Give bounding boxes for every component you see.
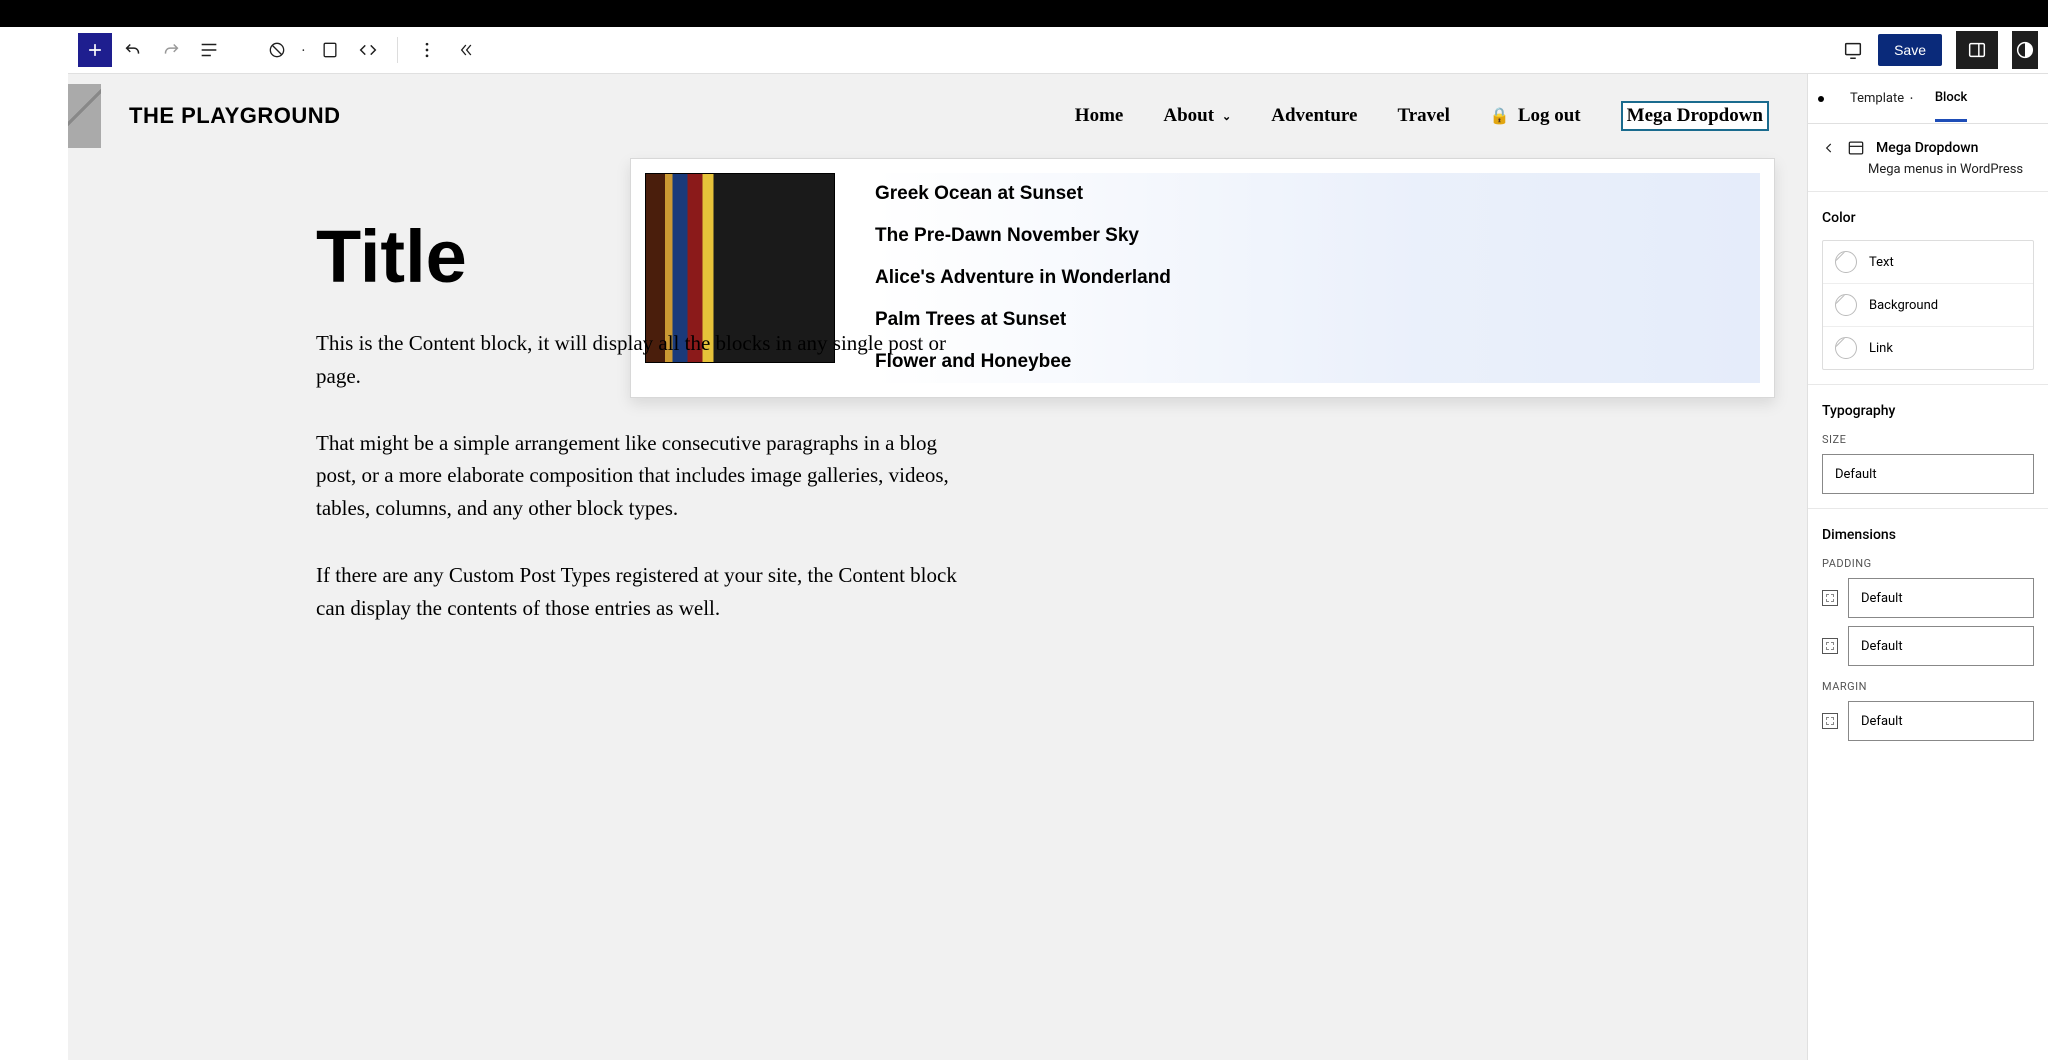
- color-link-button[interactable]: Link: [1823, 327, 2033, 369]
- nav-item-mega-dropdown[interactable]: Mega Dropdown: [1621, 101, 1769, 131]
- styles-toggle[interactable]: [2012, 31, 2038, 69]
- color-label: Text: [1869, 255, 1894, 270]
- padding-label: PADDING: [1822, 557, 2034, 570]
- nav-item-travel[interactable]: Travel: [1397, 105, 1449, 127]
- undo-button[interactable]: [116, 33, 150, 67]
- swatch-icon: [1835, 337, 1857, 359]
- content-paragraph[interactable]: This is the Content block, it will displ…: [316, 327, 976, 393]
- site-title[interactable]: THE PLAYGROUND: [129, 103, 341, 129]
- padding-row: Default: [1822, 626, 2034, 666]
- color-background-button[interactable]: Background: [1823, 284, 2033, 327]
- color-label: Background: [1869, 298, 1938, 313]
- padding-select-2[interactable]: Default: [1848, 626, 2034, 666]
- content-paragraph[interactable]: If there are any Custom Post Types regis…: [316, 559, 976, 625]
- chevron-down-icon: ⌄: [1222, 110, 1231, 123]
- margin-select[interactable]: Default: [1848, 701, 2034, 741]
- block-description: Mega menus in WordPress: [1808, 162, 2048, 191]
- tab-block[interactable]: Block: [1935, 76, 1967, 122]
- page-title[interactable]: Title: [316, 214, 976, 299]
- lock-icon: 🔒: [1490, 106, 1510, 126]
- nav-item-logout[interactable]: 🔒 Log out: [1490, 105, 1581, 127]
- margin-link-icon[interactable]: [1822, 713, 1838, 729]
- margin-row: Default: [1822, 701, 2034, 741]
- mega-dropdown-item[interactable]: Alice's Adventure in Wonderland: [875, 257, 1750, 299]
- padding-row: Default: [1822, 578, 2034, 618]
- tab-template[interactable]: Template •: [1850, 77, 1913, 120]
- mega-dropdown-item[interactable]: Greek Ocean at Sunset: [875, 173, 1750, 215]
- site-logo[interactable]: [68, 84, 101, 148]
- code-view-button[interactable]: [351, 33, 385, 67]
- view-button[interactable]: [1836, 33, 1870, 67]
- nav-item-about[interactable]: About ⌄: [1163, 105, 1231, 127]
- settings-sidebar: Template • Block Mega Dropdown Mega menu…: [1807, 74, 2048, 1060]
- toolbar-left-group: •: [78, 33, 482, 67]
- swatch-icon: [1835, 251, 1857, 273]
- nav-item-home[interactable]: Home: [1075, 105, 1124, 127]
- site-header: THE PLAYGROUND Home About ⌄ Adventure Tr…: [68, 74, 1807, 158]
- navigate-up-button[interactable]: [1822, 141, 1836, 155]
- color-text-button[interactable]: Text: [1823, 241, 2033, 284]
- page-content: Title This is the Content block, it will…: [316, 214, 976, 658]
- collapse-toolbar-button[interactable]: [448, 33, 482, 67]
- swatch-icon: [1835, 294, 1857, 316]
- save-button[interactable]: Save: [1878, 34, 1942, 66]
- color-list: Text Background Link: [1822, 240, 2034, 370]
- toolbar-divider: [397, 37, 398, 63]
- list-view-button[interactable]: [192, 33, 226, 67]
- tab-dot-icon: •: [1910, 94, 1913, 103]
- padding-link-icon[interactable]: [1822, 638, 1838, 654]
- nav-item-label: Log out: [1518, 105, 1581, 127]
- nav-item-label: About: [1163, 105, 1214, 127]
- font-size-select[interactable]: Default: [1822, 454, 2034, 494]
- section-title: Typography: [1822, 403, 2034, 419]
- editor-canvas: THE PLAYGROUND Home About ⌄ Adventure Tr…: [68, 74, 1807, 1060]
- content-paragraph[interactable]: That might be a simple arrangement like …: [316, 427, 976, 525]
- mega-dropdown-list: Greek Ocean at Sunset The Pre-Dawn Novem…: [875, 173, 1760, 383]
- section-title: Color: [1822, 210, 2034, 226]
- settings-sidebar-toggle[interactable]: [1956, 31, 1998, 69]
- toolbar-right-group: Save: [1836, 31, 2038, 69]
- typography-section: Typography SIZE Default: [1808, 384, 2048, 508]
- zoom-out-icon[interactable]: [260, 33, 294, 67]
- size-label: SIZE: [1822, 433, 2034, 446]
- color-label: Link: [1869, 341, 1893, 356]
- mega-dropdown-item[interactable]: Palm Trees at Sunset: [875, 299, 1750, 341]
- sidebar-tabs: Template • Block: [1808, 74, 2048, 124]
- mega-dropdown-item[interactable]: Flower and Honeybee: [875, 341, 1750, 383]
- redo-button[interactable]: [154, 33, 188, 67]
- padding-link-icon[interactable]: [1822, 590, 1838, 606]
- device-preview-button[interactable]: [313, 33, 347, 67]
- toolbar-separator-dot: •: [298, 46, 309, 55]
- add-block-button[interactable]: [78, 33, 112, 67]
- block-title: Mega Dropdown: [1876, 140, 1978, 156]
- more-options-button[interactable]: [410, 33, 444, 67]
- padding-select-1[interactable]: Default: [1848, 578, 2034, 618]
- primary-navigation: Home About ⌄ Adventure Travel 🔒 Log out …: [1075, 101, 1807, 131]
- tab-label: Template: [1850, 91, 1904, 106]
- nav-item-adventure[interactable]: Adventure: [1271, 105, 1357, 127]
- block-header: Mega Dropdown: [1808, 124, 2048, 162]
- tab-indicator-dot: [1818, 96, 1824, 102]
- color-section: Color Text Background Link: [1808, 191, 2048, 384]
- tab-label: Block: [1935, 90, 1967, 105]
- mega-dropdown-item[interactable]: The Pre-Dawn November Sky: [875, 215, 1750, 257]
- section-title: Dimensions: [1822, 527, 2034, 543]
- dimensions-section: Dimensions PADDING Default Default MARGI…: [1808, 508, 2048, 763]
- margin-label: MARGIN: [1822, 680, 2034, 693]
- template-part-icon: [1846, 138, 1866, 158]
- editor-top-toolbar: • Save: [68, 27, 2048, 74]
